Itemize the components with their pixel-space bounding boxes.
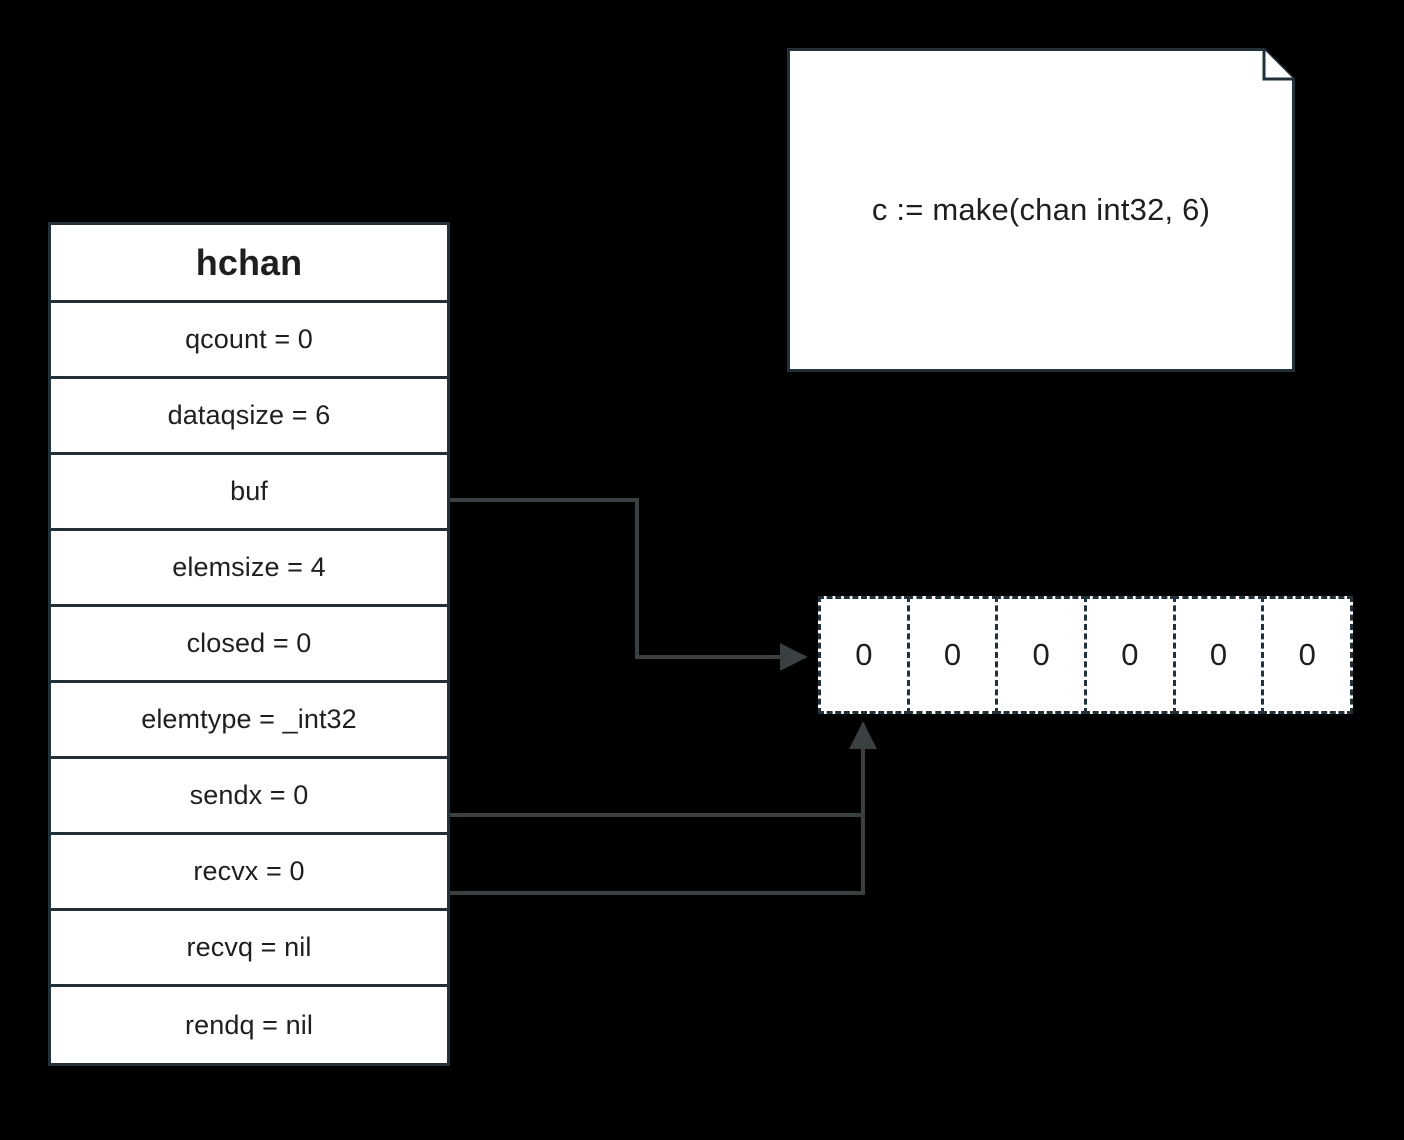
buffer-cell: 0 bbox=[1084, 596, 1176, 714]
buffer-cell: 0 bbox=[1172, 596, 1265, 714]
connector-recvx-to-buffer bbox=[450, 724, 865, 895]
diagram-canvas: hchan qcount = 0 dataqsize = 6 buf elems… bbox=[0, 0, 1404, 1140]
struct-row-qcount: qcount = 0 bbox=[51, 303, 447, 379]
buffer-cell: 0 bbox=[995, 596, 1088, 714]
code-note-box: c := make(chan int32, 6) bbox=[787, 48, 1295, 372]
struct-row-closed: closed = 0 bbox=[51, 607, 447, 683]
note-code-text: c := make(chan int32, 6) bbox=[871, 192, 1211, 227]
struct-row-elemsize: elemsize = 4 bbox=[51, 531, 447, 607]
struct-row-buf: buf bbox=[51, 455, 447, 531]
struct-row-recvq: recvq = nil bbox=[51, 911, 447, 987]
connector-buf-to-buffer bbox=[450, 498, 808, 671]
struct-row-rendq: rendq = nil bbox=[51, 987, 447, 1063]
buffer-cell: 0 bbox=[1261, 596, 1354, 714]
buffer-cell: 0 bbox=[906, 596, 999, 714]
struct-header: hchan bbox=[51, 225, 447, 303]
hchan-struct-table: hchan qcount = 0 dataqsize = 6 buf elems… bbox=[48, 222, 450, 1066]
struct-row-sendx: sendx = 0 bbox=[51, 759, 447, 835]
struct-row-elemtype: elemtype = _int32 bbox=[51, 683, 447, 759]
connector-sendx-to-buffer bbox=[450, 721, 877, 817]
channel-buffer-array: 0 0 0 0 0 0 bbox=[818, 596, 1354, 714]
struct-row-recvx: recvx = 0 bbox=[51, 835, 447, 911]
buffer-cell: 0 bbox=[818, 596, 910, 714]
struct-row-dataqsize: dataqsize = 6 bbox=[51, 379, 447, 455]
